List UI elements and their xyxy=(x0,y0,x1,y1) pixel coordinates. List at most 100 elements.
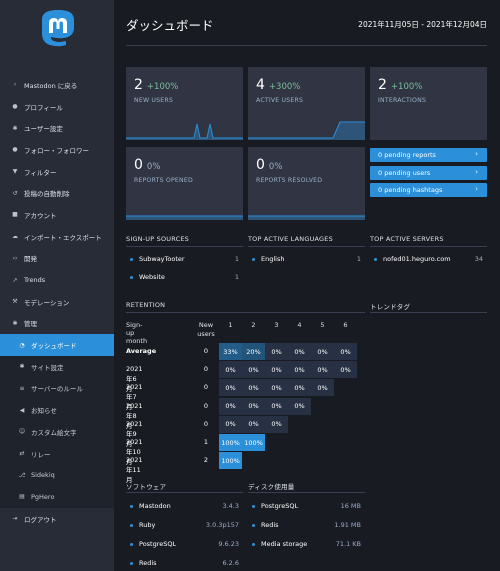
retention-row-users: 0 xyxy=(203,365,209,374)
metric-value: 0 xyxy=(134,157,143,173)
sidebar-item[interactable]: ≡ サーバーのルール xyxy=(0,378,114,400)
section-divider xyxy=(126,246,243,247)
retention-row-users: 1 xyxy=(203,438,209,446)
metric-new-users[interactable]: 2 +100% NEW USERS xyxy=(126,67,243,140)
gear-icon: ✱ xyxy=(12,124,18,132)
sidebar-item[interactable]: ⎇ Sidekiq xyxy=(0,464,114,486)
filter-icon: ▼ xyxy=(12,168,18,176)
metric-change: +100% xyxy=(390,82,423,92)
retention-cell: 33% xyxy=(219,343,242,360)
smile-icon: ☺ xyxy=(18,428,26,436)
sidebar-item-label: サイト設定 xyxy=(31,363,64,372)
sidebar-item-label: フィルター xyxy=(24,168,57,177)
sidebar-item-label: 開発 xyxy=(24,255,37,264)
disk-usage-title: ディスク使用量 xyxy=(248,483,295,491)
metric-change: +100% xyxy=(146,82,179,92)
sidebar-item[interactable]: ✱ ユーザー設定 xyxy=(0,117,114,139)
metric-reports-resolved[interactable]: 0 0% REPORTS RESOLVED xyxy=(248,147,365,220)
chevron-right-icon: › xyxy=(475,168,478,176)
pending-reports-button[interactable]: 0 pending reports › xyxy=(370,148,487,162)
date-range: 2021年11月05日 - 2021年12月04日 xyxy=(358,20,487,29)
list-item-value: 16 MB xyxy=(340,502,361,510)
retention-row-label: 2021年11月 xyxy=(126,456,143,485)
sidebar-item[interactable]: ▼ フィルター xyxy=(0,161,114,183)
retention-cell: 0% xyxy=(265,397,288,415)
list-item-value: 1 xyxy=(234,273,239,281)
retention-header-period: 3 xyxy=(274,321,279,329)
sign-out-icon: ⇥ xyxy=(12,515,18,523)
sidebar-item-label: モデレーション xyxy=(24,298,70,307)
admin-subnav: ◔ ダッシュボード ✱ サイト設定 ≡ サーバーのルール ◀ お知らせ ☺ カスタム絵文字 ⇄ リレー… xyxy=(0,334,114,508)
sidebar-item[interactable]: ● フォロー・フォロワー xyxy=(0,139,114,161)
sidekiq-icon: ⎇ xyxy=(18,471,26,479)
sidebar-item-label: ログアウト xyxy=(24,515,57,524)
sidebar-item-label: Sidekiq xyxy=(31,471,55,480)
sidebar-item[interactable]: ✱ サイト設定 xyxy=(0,356,114,378)
sidebar-item[interactable]: ⇥ ログアウト xyxy=(0,508,114,530)
sidebar-item-label: 管理 xyxy=(24,320,37,329)
retention-header-period: 4 xyxy=(297,321,302,329)
metric-value: 0 xyxy=(256,157,265,173)
user-icon: ● xyxy=(12,103,18,111)
sidebar-item-label: PgHero xyxy=(31,492,55,501)
sidebar-item-label: フォロー・フォロワー xyxy=(24,146,89,155)
metric-value: 2 xyxy=(378,77,387,93)
sidebar-item[interactable]: ☺ カスタム絵文字 xyxy=(0,421,114,443)
metric-change: +300% xyxy=(268,82,301,92)
gavel-icon: ⚒ xyxy=(12,298,18,306)
sidebar-item[interactable]: ‹› 開発 xyxy=(0,248,114,270)
metric-active-users[interactable]: 4 +300% ACTIVE USERS xyxy=(248,67,365,140)
sidebar-nav: ‹ Mastodon に戻る ● プロフィール ✱ ユーザー設定 ● フォロー・フォロワー ▼ フ… xyxy=(0,74,114,529)
sidebar-item[interactable]: ■ アカウント xyxy=(0,204,114,226)
retention-cell: 0% xyxy=(311,361,334,379)
trending-tags-title: トレンドタグ xyxy=(370,303,411,311)
metric-label: ACTIVE USERS xyxy=(256,97,304,104)
retention-row-label: Average xyxy=(126,347,157,355)
metric-reports-opened[interactable]: 0 0% REPORTS OPENED xyxy=(126,147,243,220)
sparkline-reports-opened xyxy=(126,215,243,220)
retention-row-users: 0 xyxy=(203,401,209,410)
sidebar-item-label: ユーザー設定 xyxy=(24,125,63,134)
sidebar-item[interactable]: ✱ 管理 xyxy=(0,313,114,335)
pending-hashtags-button[interactable]: 0 pending hashtags › xyxy=(370,183,487,197)
retention-header-users: New users xyxy=(197,321,215,338)
retention-cell: 0% xyxy=(242,397,265,415)
title-divider xyxy=(126,45,487,46)
retention-cell: 100% xyxy=(219,434,242,451)
sidebar-item-label: 投稿の自動削除 xyxy=(24,190,70,199)
list-item-value: 3.0.3p157 xyxy=(205,521,239,529)
sidebar-item[interactable]: ☁ インポート・エクスポート xyxy=(0,226,114,248)
sidebar-item[interactable]: ◀ お知らせ xyxy=(0,399,114,421)
sidebar-item[interactable]: ◔ ダッシュボード xyxy=(0,334,114,356)
sidebar-item[interactable]: ● プロフィール xyxy=(0,96,114,118)
code-icon: ‹› xyxy=(12,254,18,262)
sidebar-item[interactable]: ▤ PgHero xyxy=(0,486,114,508)
sidebar-item-label: インポート・エクスポート xyxy=(24,233,102,242)
sidebar-item[interactable]: ↗ Trends xyxy=(0,269,114,291)
sparkline-active-users xyxy=(248,121,365,140)
mastodon-logo[interactable] xyxy=(38,8,78,52)
page-title: ダッシュボード xyxy=(126,18,214,33)
sidebar-item-label: リレー xyxy=(31,450,51,459)
metric-interactions[interactable]: 2 +100% INTERACTIONS xyxy=(370,67,487,140)
signup-sources-title: SIGN-UP SOURCES xyxy=(126,235,189,243)
pending-users-button[interactable]: 0 pending users › xyxy=(370,166,487,180)
retention-cell: 0% xyxy=(311,343,334,360)
sidebar-item[interactable]: ⚒ モデレーション xyxy=(0,291,114,313)
metric-change: 0% xyxy=(146,162,161,172)
retention-cell: 0% xyxy=(219,415,242,433)
sidebar-item[interactable]: ↺ 投稿の自動削除 xyxy=(0,182,114,204)
retention-cell: 100% xyxy=(242,434,265,451)
metric-label: INTERACTIONS xyxy=(378,97,427,104)
software-title: ソフトウェア xyxy=(126,483,167,491)
metric-value: 2 xyxy=(134,77,143,93)
retention-cell: 0% xyxy=(265,379,288,397)
sidebar-item[interactable]: ‹ Mastodon に戻る xyxy=(0,74,114,96)
cogs-icon: ✱ xyxy=(12,319,18,327)
retention-row-users: 0 xyxy=(203,383,209,392)
list-item-value: 34 xyxy=(474,255,483,263)
sidebar-item[interactable]: ⇄ リレー xyxy=(0,443,114,465)
list-item-value: 6.2.6 xyxy=(222,559,239,567)
chevron-right-icon: › xyxy=(475,185,478,193)
sidebar-item-label: プロフィール xyxy=(24,103,63,112)
